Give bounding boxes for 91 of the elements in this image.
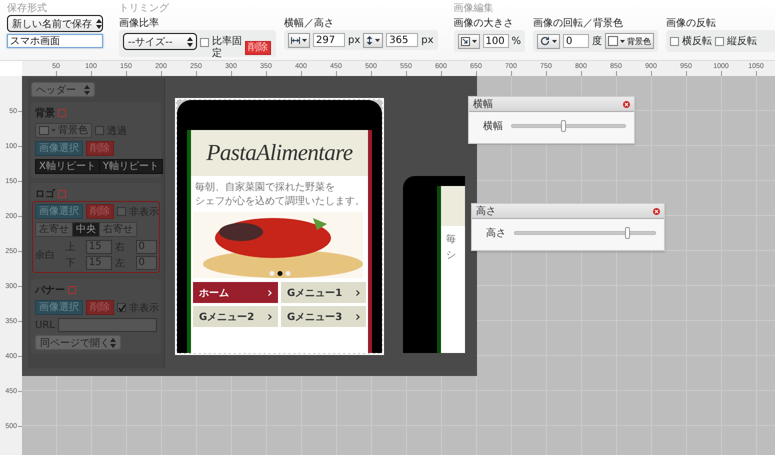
updown-icon: [96, 18, 102, 28]
close-icon[interactable]: [623, 100, 630, 108]
menu-button[interactable]: Gメニュー1: [281, 282, 366, 303]
field-label: 画像の回転／背景色: [533, 17, 624, 30]
field-label: 画像の反転: [666, 17, 718, 30]
group-title: 画像編集: [454, 3, 495, 15]
caret-icon: [302, 38, 307, 42]
width-arrows-icon: [291, 36, 300, 44]
slide-dot[interactable]: [285, 271, 290, 276]
color-swatch-icon: [608, 36, 618, 46]
unit-label: px: [348, 34, 360, 46]
tagline-text: 毎: [446, 233, 457, 247]
file-name-field[interactable]: スマホ画面: [7, 34, 103, 48]
slide-dot[interactable]: [269, 271, 274, 276]
updown-icon: [84, 84, 90, 94]
tagline-text: 毎朝、自家菜園で採れた野菜を: [195, 181, 336, 195]
checkbox[interactable]: [117, 303, 126, 312]
scale-mode-button[interactable]: [458, 34, 480, 48]
field-label: 画像の大きさ: [454, 17, 515, 30]
ratio-select[interactable]: --サイズ--: [123, 33, 197, 50]
checkbox[interactable]: [670, 36, 680, 46]
checkbox[interactable]: [715, 36, 724, 46]
save-mode-select[interactable]: 新しい名前で保存: [7, 15, 103, 32]
checkbox-label: 比率固定: [212, 36, 242, 60]
scale-field[interactable]: 100: [482, 34, 509, 48]
slider-thumb[interactable]: [560, 120, 566, 132]
slide-dot[interactable]: [277, 271, 282, 276]
rotate-field[interactable]: 0: [563, 34, 590, 48]
image-select-button[interactable]: 画像選択: [35, 300, 83, 315]
caret-icon: [472, 40, 477, 42]
link-target-select[interactable]: 同ページで開く: [35, 335, 121, 350]
menu-button[interactable]: Gメニュー3: [281, 306, 366, 327]
image-select-button[interactable]: 画像選択: [35, 141, 83, 156]
caret-icon: [620, 40, 626, 42]
caret-icon: [51, 129, 56, 132]
menu-button[interactable]: ホーム: [193, 282, 278, 303]
tagline-text: シ: [446, 249, 457, 263]
height-arrows-icon: [366, 36, 374, 44]
group-title: トリミング: [119, 3, 170, 15]
square-icon: [58, 109, 66, 117]
slider-label: 横幅: [483, 120, 503, 133]
checkbox-label: 横反転: [682, 34, 712, 48]
resize-corner-icon: [460, 36, 470, 46]
color-swatch-icon: [39, 126, 49, 135]
caret-icon: [375, 38, 380, 42]
repeat-button[interactable]: X軸リピート: [35, 159, 100, 174]
url-field[interactable]: [58, 318, 157, 332]
updown-icon: [187, 36, 193, 46]
check-icon: [118, 304, 126, 312]
tagline-text: シェフが心を込めて調理いたします。: [195, 195, 365, 209]
delete-button[interactable]: 削除: [245, 41, 271, 55]
rotate-icon: [540, 36, 550, 46]
chevron-icon: [356, 314, 360, 320]
close-icon[interactable]: [653, 208, 660, 214]
site-logo: PastaAlimentare: [191, 130, 368, 176]
field-label: 画像比率: [119, 17, 160, 30]
updown-icon: [110, 338, 116, 348]
slider-thumb[interactable]: [625, 227, 630, 239]
menu-button[interactable]: Gメニュー2: [193, 306, 278, 327]
align-button[interactable]: 中央: [72, 222, 100, 237]
checkbox[interactable]: [200, 38, 209, 47]
background-color-button[interactable]: 背景色: [605, 33, 654, 49]
section-select[interactable]: ヘッダー: [31, 82, 95, 97]
repeat-button[interactable]: Y軸リピート: [98, 159, 163, 174]
square-icon: [68, 286, 76, 294]
image-select-button[interactable]: 画像選択: [35, 204, 83, 219]
square-icon: [58, 190, 66, 198]
width-field[interactable]: 297: [313, 33, 345, 47]
unit-label: px: [421, 34, 434, 46]
chevron-icon: [268, 314, 272, 320]
chevron-icon: [356, 290, 360, 296]
delete-button[interactable]: 削除: [86, 300, 114, 315]
height-field[interactable]: 365: [386, 33, 418, 47]
checkbox[interactable]: [95, 126, 104, 135]
chevron-icon: [268, 290, 272, 296]
unit-label: 度: [592, 34, 602, 48]
dialog-title: 高さ: [476, 204, 496, 218]
caret-icon: [552, 40, 558, 42]
checkbox[interactable]: [117, 207, 126, 216]
dialog-title: 横幅: [473, 98, 493, 111]
delete-button[interactable]: 削除: [86, 204, 114, 219]
unit-label: %: [512, 34, 522, 48]
slider-label: 高さ: [486, 226, 506, 240]
delete-button[interactable]: 削除: [86, 141, 114, 156]
group-title: 保存形式: [7, 3, 48, 15]
header-band: [441, 186, 465, 226]
checkbox-label: 縦反転: [727, 34, 758, 48]
rotate-button[interactable]: [537, 34, 560, 48]
field-label: 横幅／高さ: [284, 17, 335, 30]
width-mode-button[interactable]: [288, 32, 310, 48]
height-mode-button[interactable]: [363, 32, 384, 48]
